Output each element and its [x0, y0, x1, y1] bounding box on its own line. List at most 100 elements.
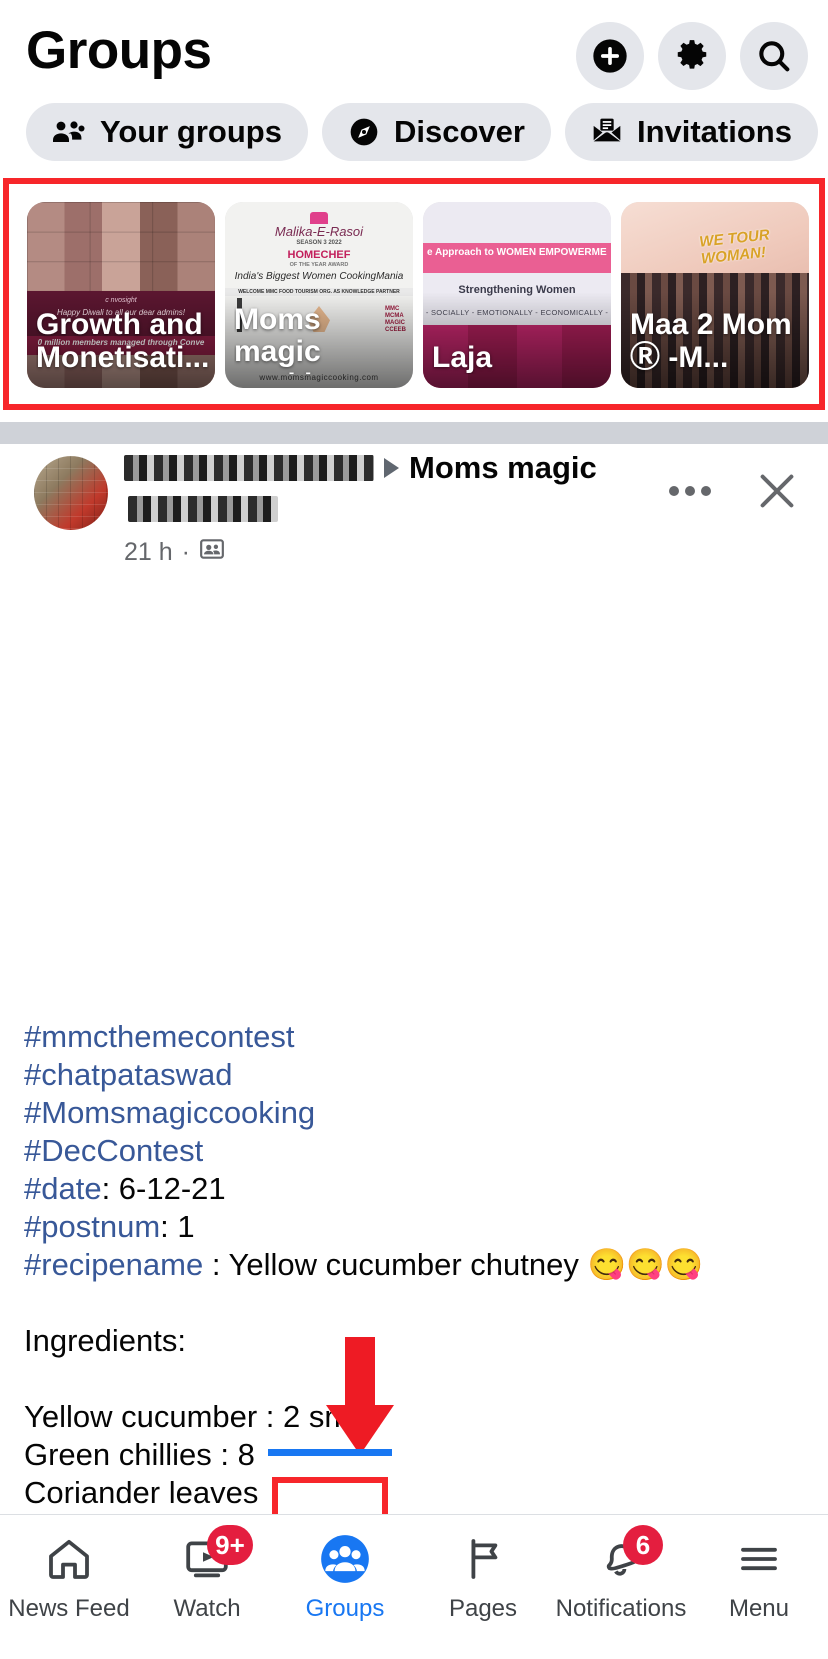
- hashtag-value: : 1: [160, 1209, 195, 1244]
- post-hashtag-line: #mmcthemecontest: [24, 1018, 804, 1056]
- plus-circle-icon: [590, 36, 630, 76]
- group-settings-button[interactable]: [658, 22, 726, 90]
- hashtag-link[interactable]: #Momsmagiccooking: [24, 1095, 315, 1130]
- nav-item-news-feed[interactable]: News Feed: [0, 1515, 138, 1659]
- flag-icon: [457, 1531, 509, 1587]
- section-divider: [0, 422, 828, 444]
- nav-item-pages[interactable]: Pages: [414, 1515, 552, 1659]
- post-timestamp-row: 21 h ·: [124, 536, 225, 569]
- hashtag-link[interactable]: #mmcthemecontest: [24, 1019, 295, 1054]
- nav-label-notifications: Notifications: [555, 1595, 687, 1622]
- group-card[interactable]: WE TOUR WOMAN! Maa 2 Mom Ⓡ -M...: [621, 202, 809, 388]
- bell-icon: 6: [595, 1525, 663, 1587]
- hashtag-link[interactable]: #chatpataswad: [24, 1057, 233, 1092]
- create-group-button[interactable]: [576, 22, 644, 90]
- hashtag-link[interactable]: #date: [24, 1171, 102, 1206]
- group-card-name: Growth and Monetisati...: [36, 309, 209, 374]
- group-carousel-highlight-box: c nvosight Happy Diwali to all our dear …: [3, 178, 825, 410]
- nav-item-groups[interactable]: Groups: [276, 1515, 414, 1659]
- header-action-buttons: [576, 22, 808, 90]
- nav-label-pages: Pages: [448, 1595, 518, 1622]
- nav-label-groups: Groups: [305, 1595, 385, 1622]
- app-header: Groups Your groups Discover Invitations: [0, 0, 828, 178]
- search-button[interactable]: [740, 22, 808, 90]
- post-group-name[interactable]: Moms magic: [409, 450, 597, 486]
- watch-icon: 9+: [181, 1525, 253, 1587]
- group-card[interactable]: c nvosight Happy Diwali to all our dear …: [27, 202, 215, 388]
- group-card[interactable]: Malika-E-Rasoi SEASON 3 2022 HOMECHEF OF…: [225, 202, 413, 388]
- facebook-groups-screen: Groups Your groups Discover Invitations …: [0, 0, 828, 1659]
- group-card-name: Laja: [432, 341, 493, 374]
- close-icon: [754, 474, 800, 517]
- page-title: Groups: [26, 21, 212, 80]
- post-hashtag-line: #chatpataswad: [24, 1056, 804, 1094]
- avatar[interactable]: [34, 456, 108, 530]
- watch-badge: 9+: [207, 1525, 253, 1565]
- home-icon: [43, 1531, 95, 1587]
- active-tab-underline: [268, 1449, 392, 1456]
- card-flyer-title: Malika-E-Rasoi: [274, 224, 364, 239]
- post-body-line: Yellow cucumber : 2 small: [24, 1399, 382, 1434]
- group-audience-icon[interactable]: [199, 536, 225, 569]
- card-flyer-homechef: HOMECHEF: [287, 249, 351, 261]
- timestamp-separator: ·: [181, 538, 190, 566]
- notifications-badge: 6: [623, 1525, 663, 1565]
- hashtag-link[interactable]: #recipename: [24, 1247, 203, 1282]
- tab-your-groups[interactable]: Your groups: [26, 103, 308, 161]
- group-tabs: Your groups Discover Invitations: [26, 103, 818, 161]
- hashtag-link[interactable]: #postnum: [24, 1209, 160, 1244]
- groups-icon: [319, 1531, 371, 1587]
- group-card-name: Maa 2 Mom Ⓡ -M...: [630, 309, 792, 374]
- tab-discover[interactable]: Discover: [321, 103, 551, 161]
- post-body-line: Coriander leaves: [24, 1475, 259, 1510]
- hashtag-value: : Yellow cucumber chutney 😋😋😋: [203, 1247, 704, 1282]
- card-emp-pinkbar: e Approach to WOMEN EMPOWERME: [427, 246, 607, 258]
- post-author-block: Moms magic: [124, 450, 668, 522]
- card-group-gold-text: WE TOUR WOMAN!: [698, 226, 771, 268]
- card-flyer-season: SEASON 3 2022: [296, 240, 342, 246]
- tab-your-groups-label: Your groups: [100, 114, 282, 149]
- post-to-arrow-icon: [384, 458, 399, 478]
- people-icon: [52, 119, 86, 145]
- nav-item-notifications[interactable]: 6 Notifications: [552, 1515, 690, 1659]
- nav-label-news-feed: News Feed: [8, 1595, 130, 1622]
- tab-invitations[interactable]: Invitations: [564, 103, 818, 161]
- author-name-redacted-line2[interactable]: [128, 496, 278, 522]
- card-flyer-award: OF THE YEAR AWARD: [289, 262, 349, 268]
- post-body-line: Ingredients:: [24, 1323, 186, 1358]
- search-icon: [755, 37, 793, 75]
- post-body-blank-line: [24, 1284, 804, 1322]
- envelope-icon: [591, 116, 623, 148]
- post-hashtag-value-line: #date: 6-12-21: [24, 1170, 804, 1208]
- post-hashtag-value-line: #recipename : Yellow cucumber chutney 😋😋…: [24, 1246, 804, 1284]
- post-hashtag-line: #Momsmagiccooking: [24, 1094, 804, 1132]
- group-card[interactable]: e Approach to WOMEN EMPOWERME Strengthen…: [423, 202, 611, 388]
- hashtag-value: : 6-12-21: [101, 1171, 226, 1206]
- post: Moms magic 21 h · #mmcthemecontest #chat…: [0, 444, 828, 1624]
- author-name-redacted[interactable]: [124, 455, 374, 481]
- post-hashtag-value-line: #postnum: 1: [24, 1208, 804, 1246]
- nav-item-watch[interactable]: 9+ Watch: [138, 1515, 276, 1659]
- post-body-blank-line: [24, 1360, 804, 1398]
- hamburger-icon: [733, 1531, 785, 1587]
- bottom-navigation: News Feed 9+ Watch Groups Pages 6 Notifi…: [0, 1514, 828, 1659]
- group-carousel[interactable]: c nvosight Happy Diwali to all our dear …: [9, 202, 809, 388]
- gear-icon: [673, 37, 711, 75]
- tab-discover-label: Discover: [393, 114, 525, 149]
- tab-invitations-label: Invitations: [636, 114, 792, 149]
- compass-icon: [348, 116, 380, 148]
- group-card-name: Moms magic cooking: [234, 304, 349, 374]
- post-header-actions: [662, 462, 806, 523]
- close-post-button[interactable]: [748, 462, 806, 523]
- post-header: Moms magic 21 h ·: [0, 444, 828, 574]
- card-flyer-tagline: India's Biggest Women CookingMania: [234, 271, 404, 282]
- nav-label-menu: Menu: [728, 1595, 790, 1622]
- post-hashtag-line: #DecContest: [24, 1132, 804, 1170]
- nav-item-menu[interactable]: Menu: [690, 1515, 828, 1659]
- more-options-button[interactable]: [662, 477, 718, 508]
- hashtag-link[interactable]: #DecContest: [24, 1133, 203, 1168]
- nav-label-watch: Watch: [173, 1595, 241, 1622]
- post-body-line: Green chillies : 8: [24, 1437, 255, 1472]
- post-timestamp[interactable]: 21 h: [124, 538, 173, 567]
- more-options-icon: [668, 486, 712, 502]
